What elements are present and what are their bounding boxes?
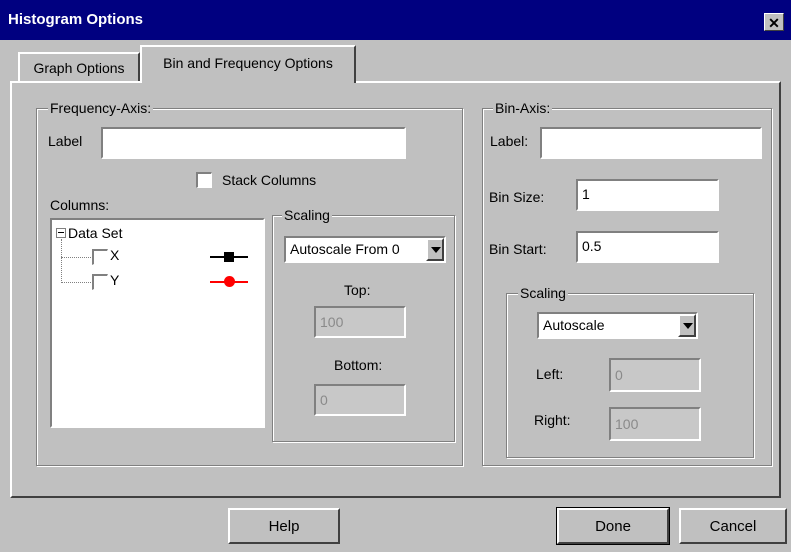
chevron-down-icon[interactable]	[426, 238, 444, 261]
frequency-label-caption: Label	[48, 133, 83, 149]
tab-graph-options-label: Graph Options	[33, 60, 125, 76]
bottom-label: Bottom:	[334, 357, 383, 373]
title-bar: Histogram Options ✕	[0, 0, 791, 40]
tree-item-x-checkbox[interactable]	[92, 249, 108, 265]
series-x-line-marker-icon	[210, 252, 248, 262]
help-button[interactable]: Help	[228, 508, 340, 544]
top-input[interactable]: 100	[314, 306, 406, 338]
bin-start-input[interactable]: 0.5	[576, 231, 719, 263]
bin-label-caption: Label:	[490, 133, 529, 149]
tab-bin-frequency-options[interactable]: Bin and Frequency Options	[140, 45, 356, 83]
tree-item-y-label[interactable]: Y	[110, 272, 119, 288]
frequency-label-input[interactable]	[101, 127, 406, 159]
bottom-input[interactable]: 0	[314, 384, 406, 416]
chevron-down-icon[interactable]	[678, 314, 696, 337]
stack-columns-checkbox[interactable]	[196, 172, 212, 188]
tree-item-x-label[interactable]: X	[110, 247, 119, 263]
bin-label-input[interactable]	[540, 127, 762, 159]
bin-size-input[interactable]: 1	[576, 179, 719, 211]
series-y-line-marker-icon	[210, 276, 248, 287]
frequency-axis-group-label: Frequency-Axis:	[48, 100, 154, 116]
top-label: Top:	[344, 282, 371, 298]
tab-bin-frequency-options-label: Bin and Frequency Options	[163, 55, 333, 71]
bin-scaling-dropdown[interactable]: Autoscale	[537, 312, 698, 339]
done-button[interactable]: Done	[556, 507, 670, 545]
tree-item-y-checkbox[interactable]	[92, 274, 108, 290]
close-icon: ✕	[768, 15, 780, 31]
tab-graph-options[interactable]: Graph Options	[18, 52, 140, 82]
window-title: Histogram Options	[8, 11, 144, 28]
columns-caption: Columns:	[50, 197, 110, 213]
left-label: Left:	[536, 366, 564, 382]
bin-start-label: Bin Start:	[489, 241, 547, 257]
columns-tree-list[interactable]: Data Set X Y	[50, 218, 265, 428]
right-label: Right:	[534, 412, 571, 428]
stack-columns-label[interactable]: Stack Columns	[222, 172, 316, 188]
frequency-scaling-group-label: Scaling	[282, 207, 332, 223]
cancel-button[interactable]: Cancel	[679, 508, 787, 544]
bin-size-label: Bin Size:	[489, 189, 545, 205]
bin-scaling-group-label: Scaling	[518, 285, 568, 301]
tree-collapse-icon[interactable]	[56, 228, 66, 238]
bin-axis-group-label: Bin-Axis:	[493, 100, 553, 116]
right-input[interactable]: 100	[609, 407, 701, 441]
tree-root-label[interactable]: Data Set	[68, 225, 122, 241]
left-input[interactable]: 0	[609, 358, 701, 392]
close-button[interactable]: ✕	[764, 13, 784, 31]
frequency-scaling-dropdown[interactable]: Autoscale From 0	[284, 236, 446, 263]
